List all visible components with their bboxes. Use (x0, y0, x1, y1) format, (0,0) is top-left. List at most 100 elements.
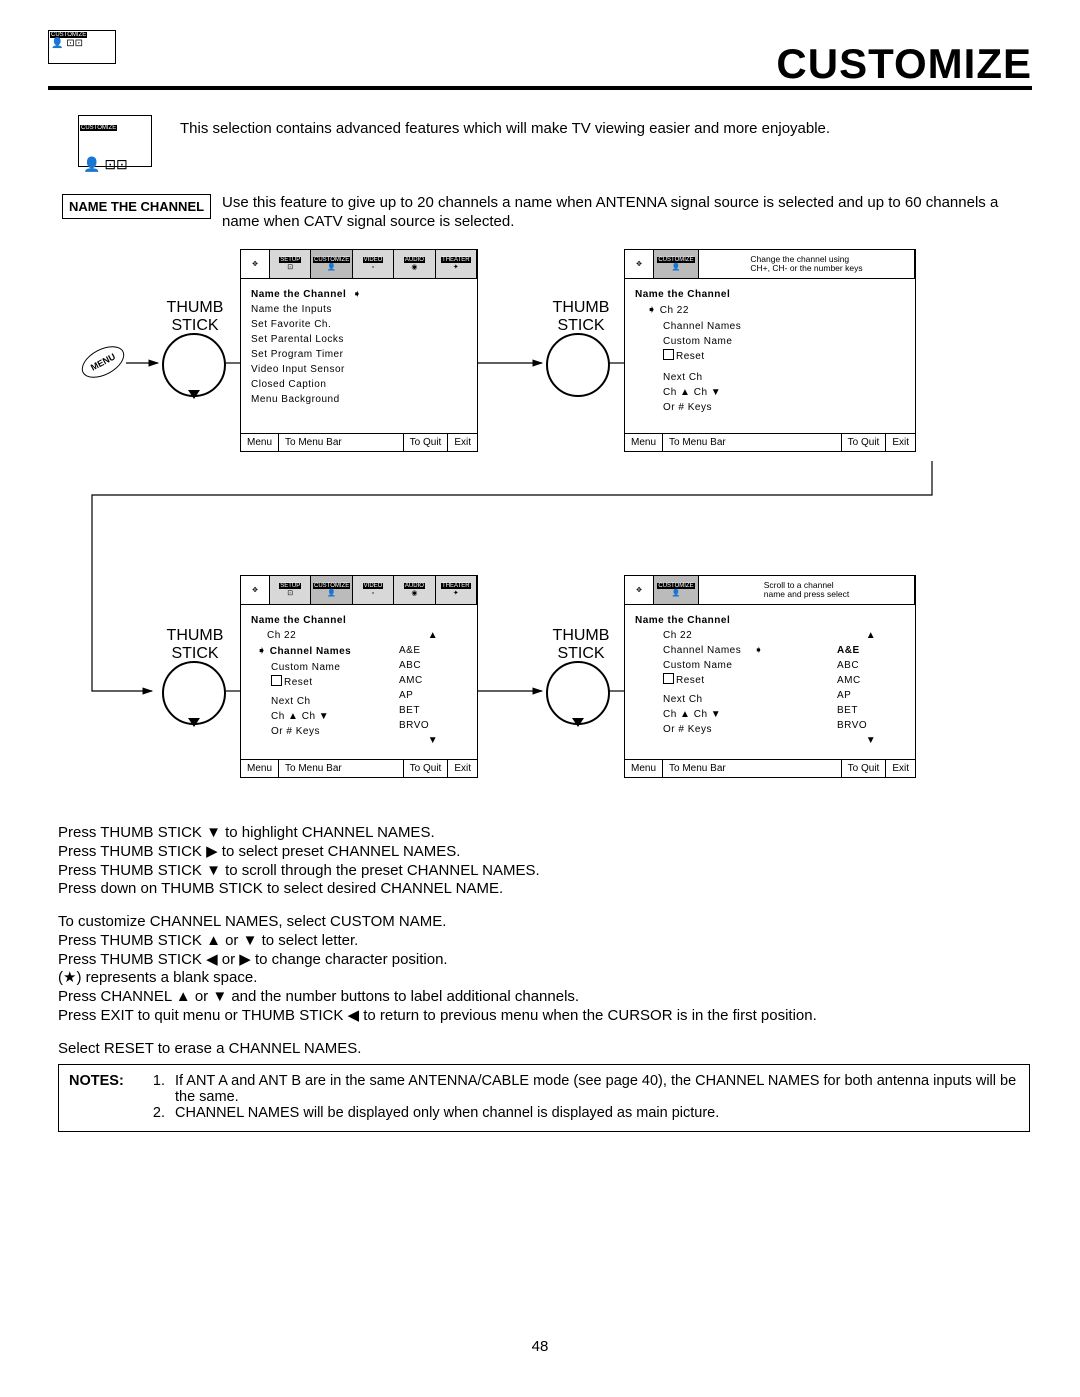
note-text: CHANNEL NAMES will be displayed only whe… (175, 1105, 1019, 1121)
instruction-line: To customize CHANNEL NAMES, select CUSTO… (58, 913, 1020, 932)
osd4-ch: Ch 22 (635, 628, 837, 643)
instruction-line: Press THUMB STICK ▶ to select preset CHA… (58, 843, 1020, 862)
footer-exit: Exit (448, 434, 477, 451)
channel-name: AP (399, 688, 467, 703)
osd2-heading: Name the Channel (635, 289, 730, 300)
instruction-line: Press CHANNEL ▲ or ▼ and the number butt… (58, 988, 1020, 1007)
name-the-channel-label: NAME THE CHANNEL (62, 194, 211, 219)
osd2-line: Custom Name (635, 334, 905, 349)
intro-customize-icon: CUSTOMIZE 👤 ⊡⊡ (78, 115, 152, 167)
channel-name: AP (837, 688, 905, 703)
footer-exit: Exit (886, 760, 915, 777)
tab-setup: SETUP (279, 257, 301, 263)
osd3-keys: Or # Keys (251, 724, 399, 739)
thumb-stick-label-1: THUMBSTICK (140, 299, 250, 334)
instruction-line: Press THUMB STICK ▲ or ▼ to select lette… (58, 932, 1020, 951)
instruction-line: Press EXIT to quit menu or THUMB STICK ◀… (58, 1007, 1020, 1026)
instruction-line: Press THUMB STICK ▼ to scroll through th… (58, 862, 1020, 881)
instruction-line: (★) represents a blank space. (58, 969, 1020, 988)
osd1-item: Set Program Timer (251, 347, 467, 362)
header-customize-icon: CUSTOMIZE 👤 ⊡⊡ (48, 30, 116, 64)
osd1-item: Menu Background (251, 392, 467, 407)
osd3-next: Next Ch (251, 694, 399, 709)
channel-name: BET (837, 703, 905, 718)
channel-name-selected: A&E (837, 645, 860, 656)
channel-name: ABC (399, 658, 467, 673)
osd1-heading: Name the Channel (251, 289, 346, 300)
channel-name: A&E (399, 643, 467, 658)
footer-toquit: To Quit (842, 434, 887, 451)
osd3-line: Custom Name (251, 660, 399, 675)
osd4-line: Custom Name (635, 658, 837, 673)
instruction-line: Press THUMB STICK ◀ or ▶ to change chara… (58, 951, 1020, 970)
osd2-ch: Ch 22 (660, 305, 689, 316)
footer-menu: Menu (625, 760, 663, 777)
menu-button-icon: MENU (80, 349, 126, 375)
channel-name: AMC (837, 673, 905, 688)
osd4-next: Next Ch (635, 692, 837, 707)
osd3-ch: Ch 22 (251, 628, 399, 643)
osd4-reset: Reset (676, 675, 705, 686)
footer-toquit: To Quit (404, 434, 449, 451)
tab-video: VIDEO (363, 257, 384, 263)
footer-exit: Exit (886, 434, 915, 451)
instruction-line: Press THUMB STICK ▼ to highlight CHANNEL… (58, 824, 1020, 843)
osd2-keys: Or # Keys (635, 400, 905, 415)
osd3-chud: Ch ▲ Ch ▼ (251, 709, 399, 724)
footer-tobar: To Menu Bar (279, 760, 404, 777)
tab-theater: THEATER (441, 257, 471, 263)
intro-text: This selection contains advanced feature… (180, 120, 1020, 137)
instruction-line: Press down on THUMB STICK to select desi… (58, 880, 1020, 899)
channel-name: ABC (837, 658, 905, 673)
osd3-heading: Name the Channel (251, 615, 346, 626)
osd-screen-1: ✥ SETUP⊡ CUSTOMIZE👤 VIDEO▫ AUDIO◉ THEATE… (240, 249, 478, 452)
footer-tobar: To Menu Bar (279, 434, 404, 451)
name-the-channel-description: Use this feature to give up to 20 channe… (222, 194, 1020, 232)
osd3-reset: Reset (284, 677, 313, 688)
intro-icon-label: CUSTOMIZE (80, 125, 117, 131)
footer-menu: Menu (241, 434, 279, 451)
notes-box: NOTES: 1. If ANT A and ANT B are in the … (58, 1064, 1030, 1132)
menu-button-label: MENU (89, 351, 117, 372)
instruction-line: Select RESET to erase a CHANNEL NAMES. (58, 1040, 1020, 1059)
thumb-stick-label-4: THUMBSTICK (526, 627, 636, 662)
osd1-item: Name the Inputs (251, 302, 467, 317)
osd1-item: Set Parental Locks (251, 332, 467, 347)
osd2-chud: Ch ▲ Ch ▼ (635, 385, 905, 400)
osd1-item: Set Favorite Ch. (251, 317, 467, 332)
osd4-hint: Scroll to a channel name and press selec… (764, 581, 850, 600)
tab-audio: AUDIO (404, 257, 425, 263)
footer-toquit: To Quit (404, 760, 449, 777)
thumb-stick-label-2: THUMBSTICK (526, 299, 636, 334)
tab-customize: CUSTOMIZE (313, 257, 350, 263)
thumb-stick-ring-1 (162, 333, 226, 397)
osd4-line: Channel Names (663, 645, 741, 656)
thumb-stick-ring-2 (546, 333, 610, 397)
page-title: CUSTOMIZE (776, 40, 1032, 88)
osd4-heading: Name the Channel (635, 615, 730, 626)
channel-name: BET (399, 703, 467, 718)
note-number: 2. (143, 1105, 165, 1121)
footer-toquit: To Quit (842, 760, 887, 777)
tab-video: VIDEO (363, 583, 384, 589)
footer-menu: Menu (625, 434, 663, 451)
note-text: If ANT A and ANT B are in the same ANTEN… (175, 1073, 1019, 1105)
title-rule (48, 86, 1032, 90)
note-number: 1. (143, 1073, 165, 1105)
tab-customize: CUSTOMIZE (657, 583, 694, 589)
tab-setup: SETUP (279, 583, 301, 589)
osd-screen-2: ✥ CUSTOMIZE👤 Change the channel using CH… (624, 249, 916, 452)
osd1-item: Closed Caption (251, 377, 467, 392)
osd2-next: Next Ch (635, 370, 905, 385)
tab-theater: THEATER (441, 583, 471, 589)
footer-tobar: To Menu Bar (663, 760, 842, 777)
tab-audio: AUDIO (404, 583, 425, 589)
osd2-line: Channel Names (635, 319, 905, 334)
channel-name: AMC (399, 673, 467, 688)
instructions-block: Press THUMB STICK ▼ to highlight CHANNEL… (58, 824, 1020, 1058)
notes-label: NOTES: (69, 1073, 143, 1105)
page-number: 48 (0, 1338, 1080, 1355)
footer-tobar: To Menu Bar (663, 434, 842, 451)
channel-name: BRVO (399, 718, 467, 733)
flow-diagram: MENU THUMBSTICK ✥ SETUP⊡ CUSTOMIZE👤 VIDE… (62, 245, 1018, 805)
